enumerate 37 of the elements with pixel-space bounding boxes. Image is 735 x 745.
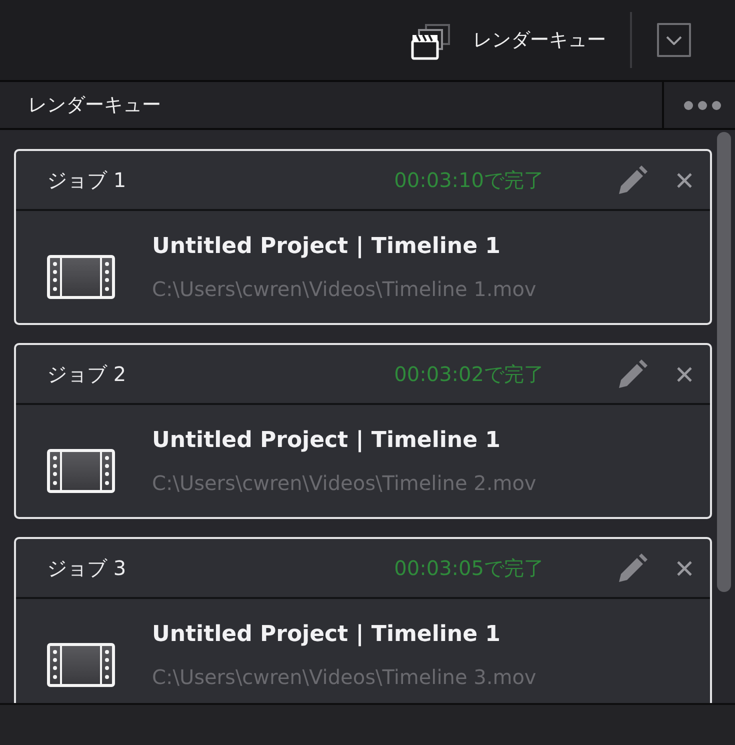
job-title: Untitled Project | Timeline 1 bbox=[152, 621, 502, 649]
output-file-path: C:\Users\cwren\Videos\Timeline 1.mov bbox=[152, 276, 536, 303]
chevron-down-icon bbox=[666, 36, 682, 44]
job-name: ジョブ 3 bbox=[47, 554, 128, 582]
remove-button[interactable] bbox=[677, 172, 692, 188]
job-title: Untitled Project | Timeline 1 bbox=[152, 427, 502, 455]
job-status: 00:03:10で完了 bbox=[394, 166, 544, 194]
job-card[interactable]: ジョブ 1 00:03:10で完了 Untitled Project | Timeline 1 C:\Users\cwren\Videos\Timeline 1.mov bbox=[14, 149, 712, 325]
clapperboard-stack-icon[interactable] bbox=[411, 24, 451, 60]
close-icon bbox=[677, 560, 692, 576]
job-name: ジョブ 2 bbox=[47, 360, 128, 388]
pencil-icon bbox=[618, 165, 648, 195]
page-title: レンダーキュー bbox=[473, 28, 606, 53]
job-name: ジョブ 1 bbox=[47, 166, 128, 194]
dropdown-button[interactable] bbox=[657, 23, 691, 57]
edit-button[interactable] bbox=[618, 553, 648, 583]
job-card[interactable]: ジョブ 3 00:03:05で完了 Untitled Project | Timeline 1 C:\Users\cwren\Videos\Timeline 3.mov bbox=[14, 537, 712, 703]
scrollbar[interactable] bbox=[717, 132, 731, 592]
film-icon bbox=[47, 255, 115, 299]
edit-button[interactable] bbox=[618, 359, 648, 389]
job-title: Untitled Project | Timeline 1 bbox=[152, 233, 502, 261]
close-icon bbox=[677, 172, 692, 188]
pencil-icon bbox=[618, 359, 648, 389]
remove-button[interactable] bbox=[677, 560, 692, 576]
film-icon bbox=[47, 643, 115, 687]
edit-button[interactable] bbox=[618, 165, 648, 195]
job-card[interactable]: ジョブ 2 00:03:02で完了 Untitled Project | Timeline 1 C:\Users\cwren\Videos\Timeline 2.mov bbox=[14, 343, 712, 519]
panel-title: レンダーキュー bbox=[28, 93, 161, 118]
film-icon bbox=[47, 449, 115, 493]
close-icon bbox=[677, 366, 692, 382]
more-icon bbox=[684, 100, 721, 110]
job-status: 00:03:05で完了 bbox=[394, 554, 544, 582]
output-file-path: C:\Users\cwren\Videos\Timeline 3.mov bbox=[152, 664, 536, 691]
remove-button[interactable] bbox=[677, 366, 692, 382]
pencil-icon bbox=[618, 553, 648, 583]
job-status: 00:03:02で完了 bbox=[394, 360, 544, 388]
output-file-path: C:\Users\cwren\Videos\Timeline 2.mov bbox=[152, 470, 536, 497]
